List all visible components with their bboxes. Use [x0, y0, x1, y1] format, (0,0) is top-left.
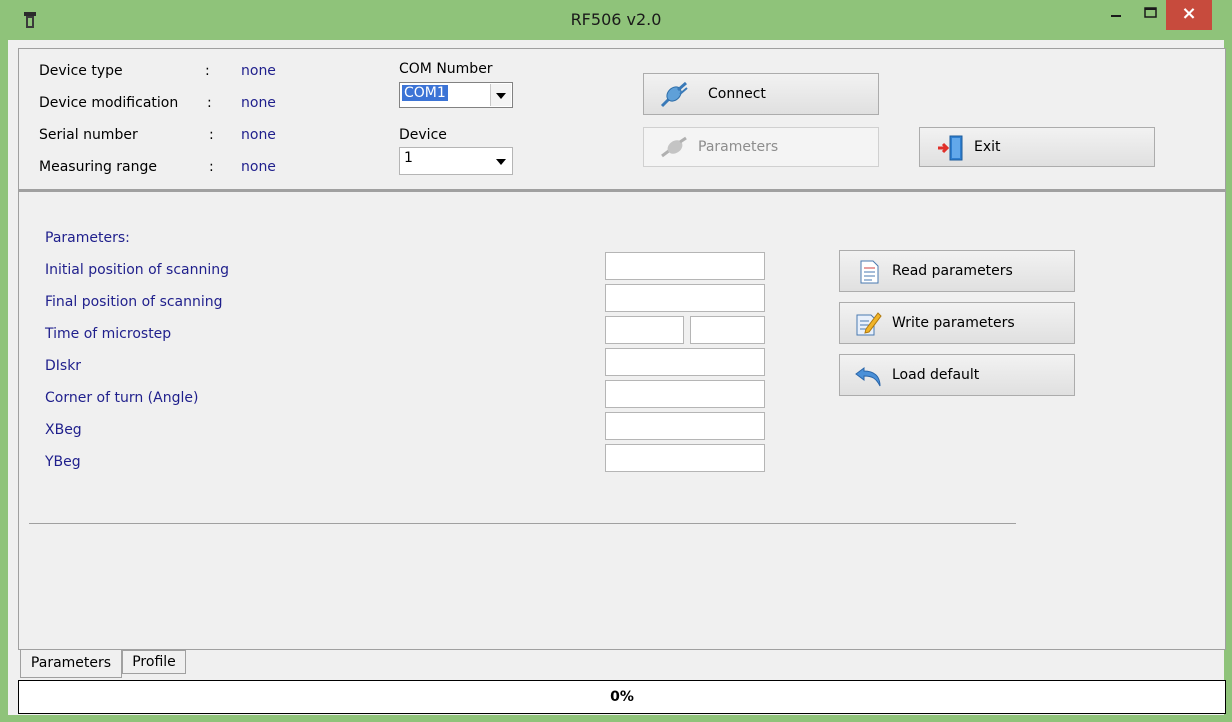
tab-profile[interactable]: Profile	[122, 650, 186, 674]
load-default-button[interactable]: Load default	[839, 354, 1075, 396]
title-bar[interactable]: RF506 v2.0 ×	[0, 0, 1232, 40]
tab-parameters[interactable]: Parameters	[20, 650, 122, 678]
app-window: RF506 v2.0 × Device type : none Device m…	[0, 0, 1232, 722]
device-value: 1	[404, 150, 413, 166]
client-area: Device type : none Device modification :…	[8, 40, 1226, 715]
exit-label: Exit	[974, 139, 1001, 155]
separator-line	[29, 523, 1016, 524]
device-modification-colon: :	[207, 95, 212, 111]
com-number-value: COM1	[402, 85, 448, 101]
tab-strip: Parameters Profile	[18, 650, 1226, 678]
com-number-select[interactable]: COM1	[399, 82, 513, 108]
diskr-input[interactable]	[605, 348, 765, 376]
connect-label: Connect	[708, 86, 766, 102]
diskr-label: DIskr	[45, 358, 82, 374]
document-list-icon	[860, 260, 879, 284]
initial-position-label: Initial position of scanning	[45, 262, 230, 278]
close-icon[interactable]: ×	[1166, 0, 1212, 30]
serial-number-colon: :	[209, 127, 214, 143]
measuring-range-label: Measuring range	[39, 159, 158, 175]
connect-button[interactable]: Connect	[643, 73, 879, 115]
device-select[interactable]: 1	[399, 147, 513, 175]
microstep-input-1[interactable]	[605, 316, 684, 344]
maximize-icon[interactable]	[1136, 0, 1164, 28]
undo-arrow-icon	[855, 367, 881, 387]
measuring-range-value: none	[241, 159, 276, 175]
ybeg-label: YBeg	[45, 454, 81, 470]
read-parameters-button[interactable]: Read parameters	[839, 250, 1075, 292]
progress-text: 0%	[610, 689, 634, 705]
exit-door-icon	[938, 135, 963, 161]
write-parameters-button[interactable]: Write parameters	[839, 302, 1075, 344]
read-parameters-label: Read parameters	[892, 263, 1013, 279]
time-of-microstep-label: Time of microstep	[45, 326, 172, 342]
dropdown-arrow-icon[interactable]	[490, 84, 511, 106]
final-position-input[interactable]	[605, 284, 765, 312]
microstep-input-2[interactable]	[690, 316, 765, 344]
parameters-heading: Parameters:	[45, 230, 130, 246]
parameters-button[interactable]: Parameters	[643, 127, 879, 167]
xbeg-input[interactable]	[605, 412, 765, 440]
write-parameters-label: Write parameters	[892, 315, 1015, 331]
initial-position-input[interactable]	[605, 252, 765, 280]
plug-disabled-icon	[661, 136, 687, 158]
device-type-value: none	[241, 63, 276, 79]
final-position-label: Final position of scanning	[45, 294, 223, 310]
device-modification-value: none	[241, 95, 276, 111]
com-number-label: COM Number	[399, 61, 493, 77]
parameters-label: Parameters	[698, 139, 779, 155]
corner-of-turn-input[interactable]	[605, 380, 765, 408]
ybeg-input[interactable]	[605, 444, 765, 472]
minimize-icon[interactable]	[1102, 0, 1130, 28]
parameters-panel: Parameters: Initial position of scanning…	[18, 190, 1226, 650]
device-type-label: Device type	[39, 63, 123, 79]
device-type-colon: :	[205, 63, 210, 79]
xbeg-label: XBeg	[45, 422, 82, 438]
serial-number-label: Serial number	[39, 127, 138, 143]
device-info-panel: Device type : none Device modification :…	[18, 48, 1226, 190]
progress-bar: 0%	[18, 680, 1226, 714]
dropdown-arrow-icon[interactable]	[491, 149, 511, 173]
device-modification-label: Device modification	[39, 95, 179, 111]
measuring-range-colon: :	[209, 159, 214, 175]
serial-number-value: none	[241, 127, 276, 143]
document-edit-icon	[856, 312, 882, 336]
plug-connect-icon	[660, 81, 688, 108]
window-title: RF506 v2.0	[570, 10, 662, 29]
load-default-label: Load default	[892, 367, 980, 383]
corner-of-turn-label: Corner of turn (Angle)	[45, 390, 199, 406]
device-label: Device	[399, 127, 447, 143]
exit-button[interactable]: Exit	[919, 127, 1155, 167]
